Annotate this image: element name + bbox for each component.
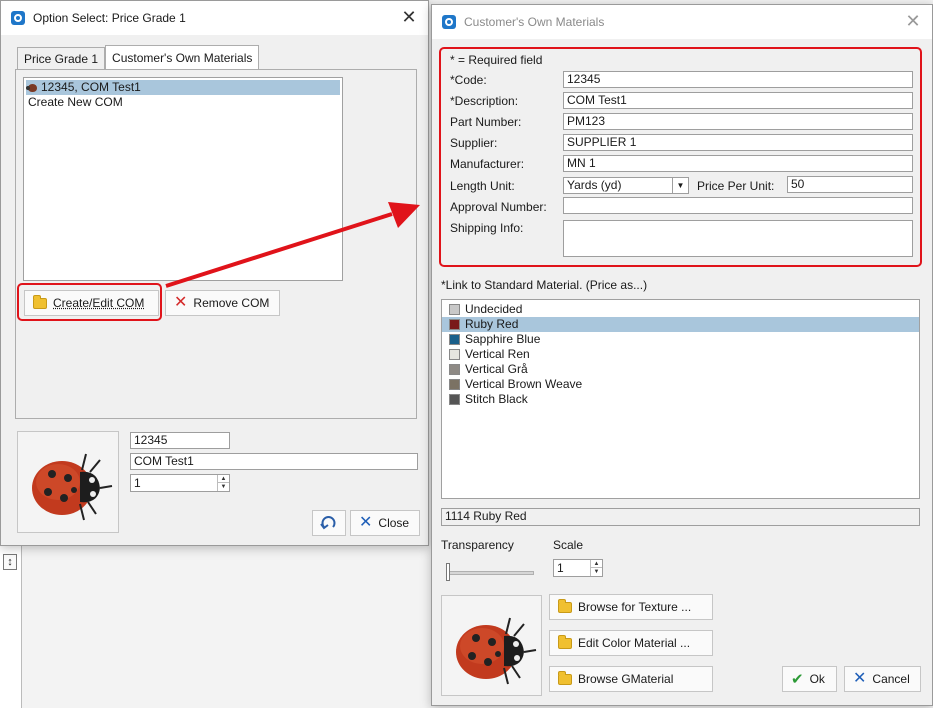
annotation-arrow-icon bbox=[165, 202, 420, 288]
